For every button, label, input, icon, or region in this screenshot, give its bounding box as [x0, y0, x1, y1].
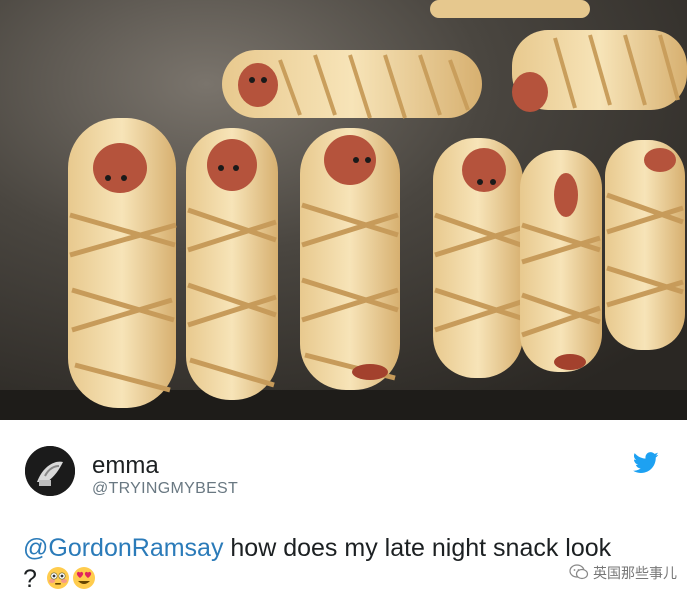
- heart-eyes-emoji-icon: [72, 566, 96, 590]
- wechat-icon: [569, 563, 589, 583]
- tweet-body-line2: ?: [23, 565, 37, 593]
- watermark-text: 英国那些事儿: [593, 565, 677, 581]
- mention-link[interactable]: @GordonRamsay: [23, 534, 223, 562]
- watermark: 英国那些事儿: [569, 563, 677, 583]
- avatar-image: [25, 446, 75, 496]
- mummy-hotdogs-image: [0, 0, 687, 420]
- tweet-body: how does my late night snack look: [223, 534, 612, 562]
- user-name[interactable]: emma: [92, 452, 159, 480]
- tweet-photo[interactable]: [0, 0, 687, 420]
- flushed-face-emoji-icon: [46, 566, 70, 590]
- avatar[interactable]: [25, 446, 75, 496]
- twitter-bird-icon[interactable]: [632, 452, 659, 474]
- user-handle[interactable]: @TRYINGMYBEST: [92, 480, 238, 498]
